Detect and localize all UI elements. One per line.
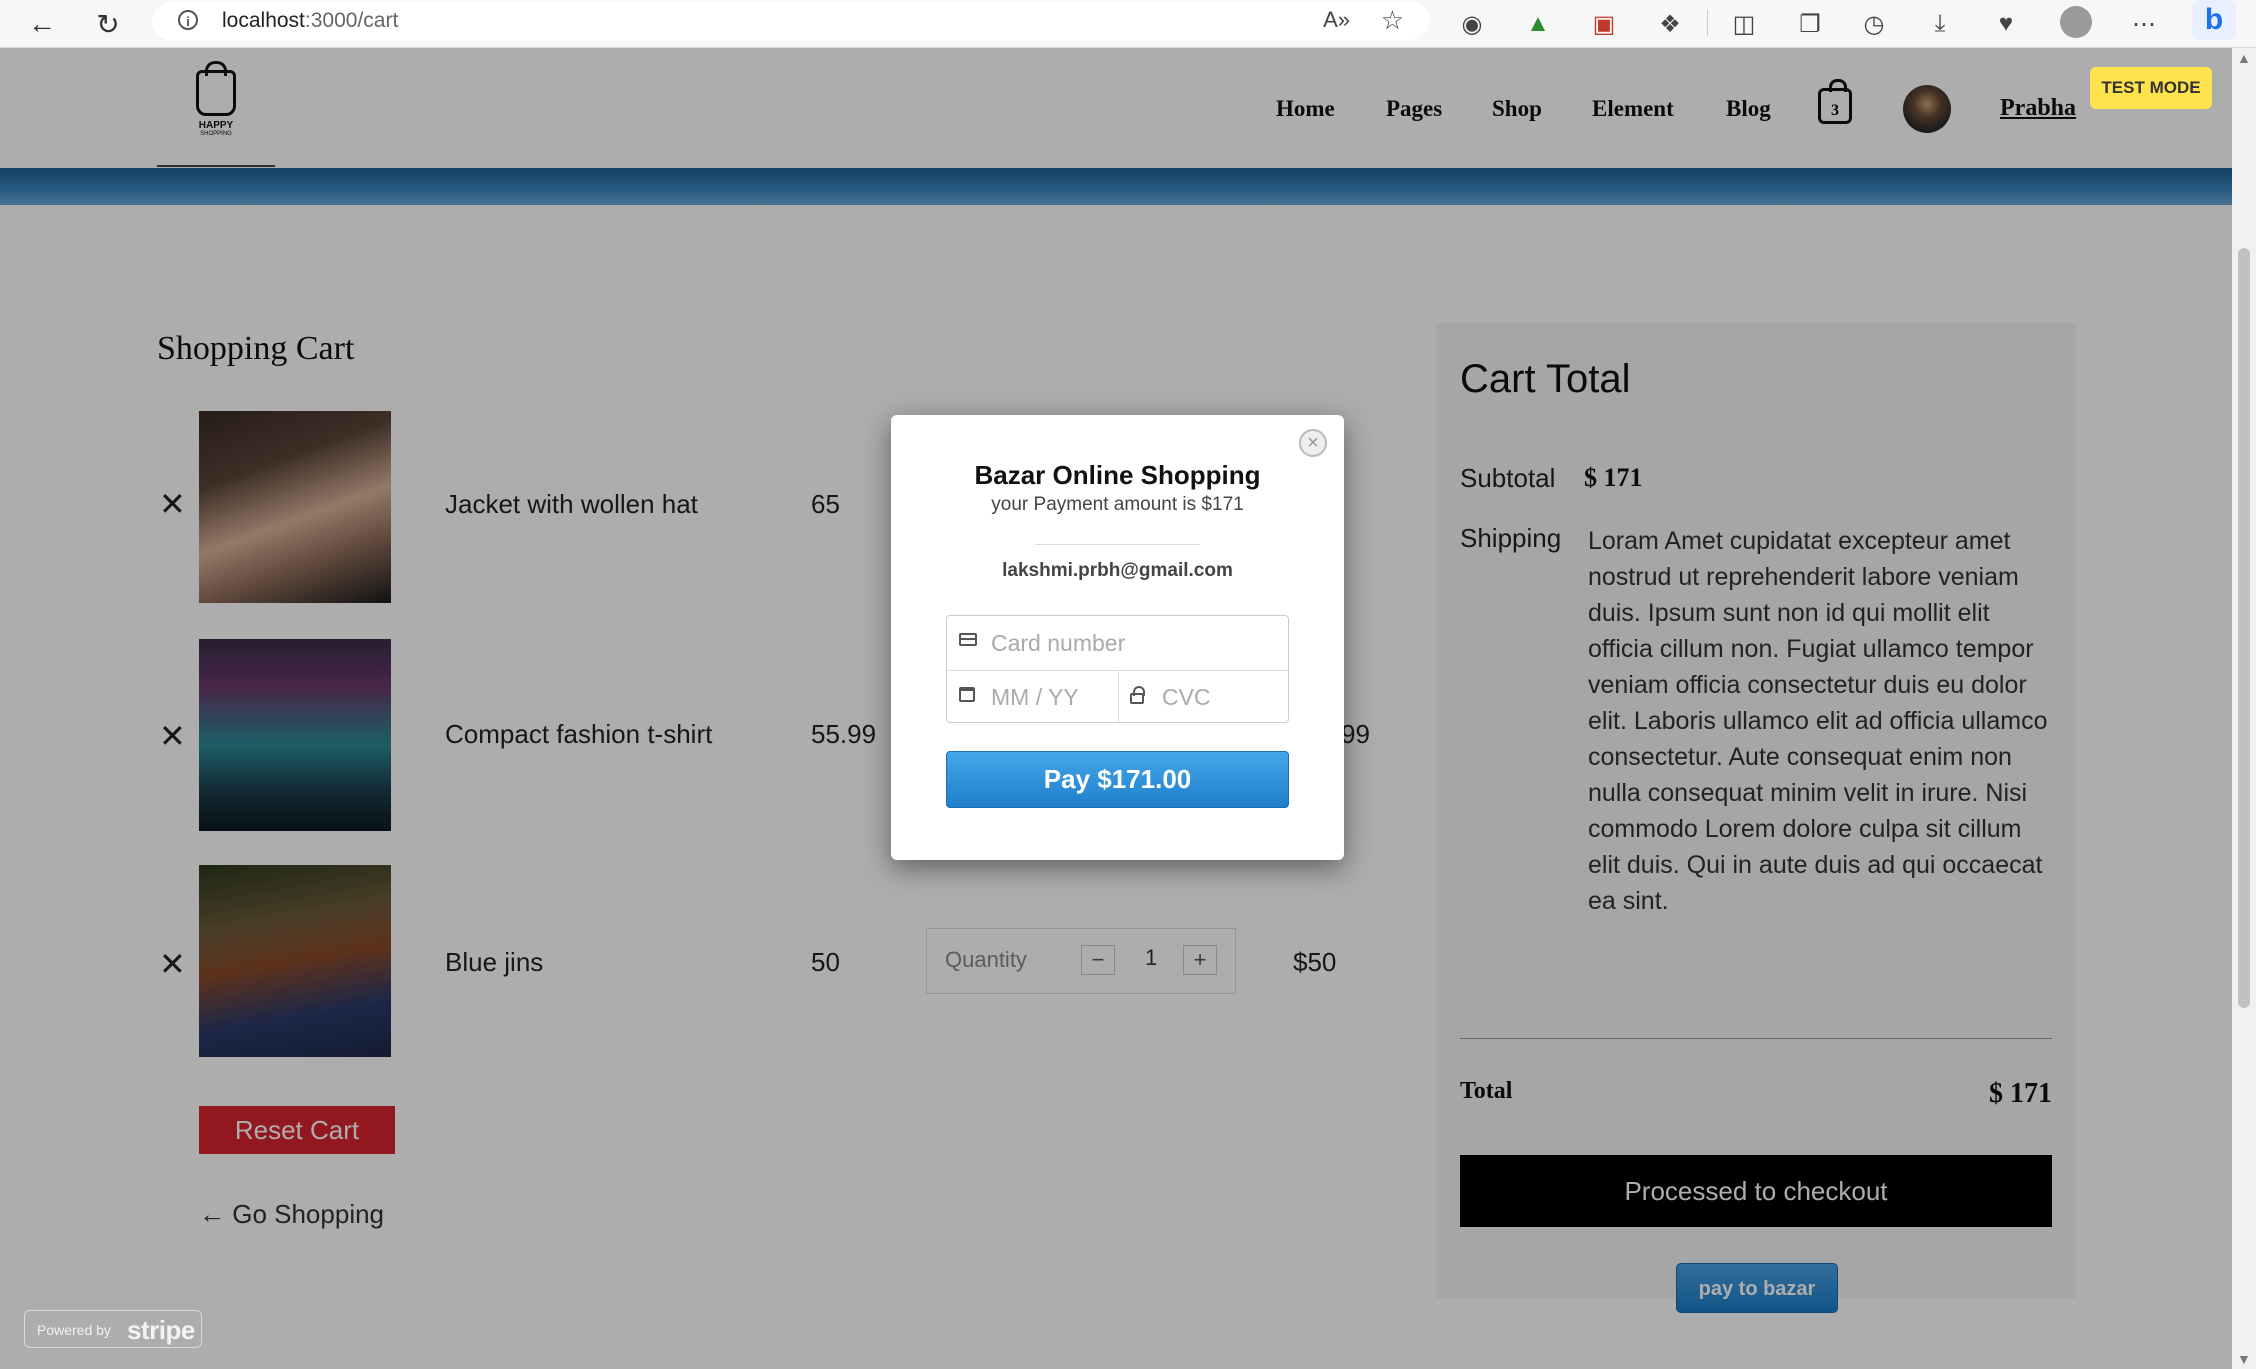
profile-avatar-icon[interactable] (2060, 6, 2092, 38)
page-scrollbar[interactable]: ▲ ▼ (2232, 48, 2256, 1369)
favorite-star-icon[interactable]: ☆ (1381, 5, 1404, 36)
calendar-icon (959, 687, 979, 703)
back-icon[interactable]: ← (24, 6, 60, 42)
modal-divider (1035, 544, 1200, 545)
history-icon[interactable]: ◷ (1856, 6, 1892, 42)
card-number-row (947, 616, 1288, 671)
modal-subtitle: your Payment amount is $171 (991, 494, 1244, 515)
toolbar-divider (1707, 10, 1708, 36)
cvc-row (1118, 670, 1288, 723)
powered-by-stripe-badge[interactable]: Powered by stripe (24, 1310, 202, 1348)
expiry-row (947, 670, 1119, 723)
split-screen-icon[interactable]: ◫ (1726, 6, 1762, 42)
browser-toolbar: ← ↻ i localhost:3000/cart A» ☆ ◉ ▲ ▣ ❖ ◫… (0, 0, 2256, 48)
card-details-form (946, 615, 1289, 723)
url-text[interactable]: localhost:3000/cart (222, 9, 398, 33)
performance-icon[interactable]: ♥ (1988, 6, 2024, 42)
extension-bug-icon[interactable]: ◉ (1454, 6, 1490, 42)
collections-icon[interactable]: ❐ (1792, 6, 1828, 42)
test-mode-badge: TEST MODE (2090, 67, 2212, 109)
more-options-icon[interactable]: ⋯ (2126, 6, 2162, 42)
extension-tree-icon[interactable]: ▲ (1520, 6, 1556, 42)
site-info-icon[interactable]: i (178, 10, 198, 30)
scrollbar-thumb[interactable] (2238, 248, 2250, 1008)
close-icon[interactable]: × (1299, 429, 1327, 457)
modal-title: Bazar Online Shopping (974, 460, 1261, 490)
expiry-input[interactable] (989, 680, 1113, 714)
powered-by-text: Powered by (37, 1322, 111, 1338)
bing-copilot-icon[interactable]: b (2192, 0, 2236, 40)
customer-email: lakshmi.prbh@gmail.com (1002, 560, 1233, 581)
downloads-icon[interactable]: ⤓ (1922, 6, 1958, 42)
refresh-icon[interactable]: ↻ (90, 6, 126, 42)
lock-icon (1130, 686, 1150, 704)
credit-card-icon (959, 633, 979, 649)
extension-red-icon[interactable]: ▣ (1586, 6, 1622, 42)
scroll-down-icon[interactable]: ▼ (2237, 1351, 2251, 1367)
stripe-checkout-modal: × Bazar Online Shopping your Payment amo… (891, 415, 1344, 860)
address-bar[interactable]: i localhost:3000/cart A» ☆ (152, 2, 1430, 40)
card-number-input[interactable] (989, 626, 1273, 660)
scroll-up-icon[interactable]: ▲ (2237, 50, 2251, 66)
cvc-input[interactable] (1160, 680, 1284, 714)
extensions-puzzle-icon[interactable]: ❖ (1652, 6, 1688, 42)
read-aloud-icon[interactable]: A» (1323, 7, 1350, 33)
pay-button[interactable]: Pay $171.00 (946, 751, 1289, 808)
stripe-wordmark: stripe (127, 1315, 195, 1345)
